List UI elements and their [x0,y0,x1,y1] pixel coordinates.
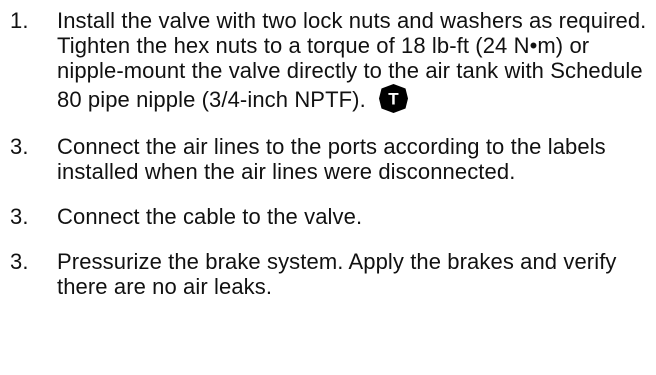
procedure-step-4: 3. Pressurize the brake system. Apply th… [0,249,656,299]
step-text: Connect the cable to the valve. [57,204,363,229]
torque-icon-label: T [388,90,399,109]
step-text: Connect the air lines to the ports accor… [57,134,606,184]
procedure-steps: 1. Install the valve with two lock nuts … [0,8,656,299]
step-text: Install the valve with two lock nuts and… [57,8,647,112]
procedure-step-2: 3. Connect the air lines to the ports ac… [0,134,656,184]
step-number: 3. [10,134,29,159]
step-number: 3. [10,204,29,229]
step-number: 3. [10,249,29,274]
procedure-step-3: 3. Connect the cable to the valve. [0,204,656,229]
step-number: 1. [10,8,29,33]
torque-icon: T [379,84,409,113]
step-text: Pressurize the brake system. Apply the b… [57,249,617,299]
procedure-step-1: 1. Install the valve with two lock nuts … [0,8,656,114]
